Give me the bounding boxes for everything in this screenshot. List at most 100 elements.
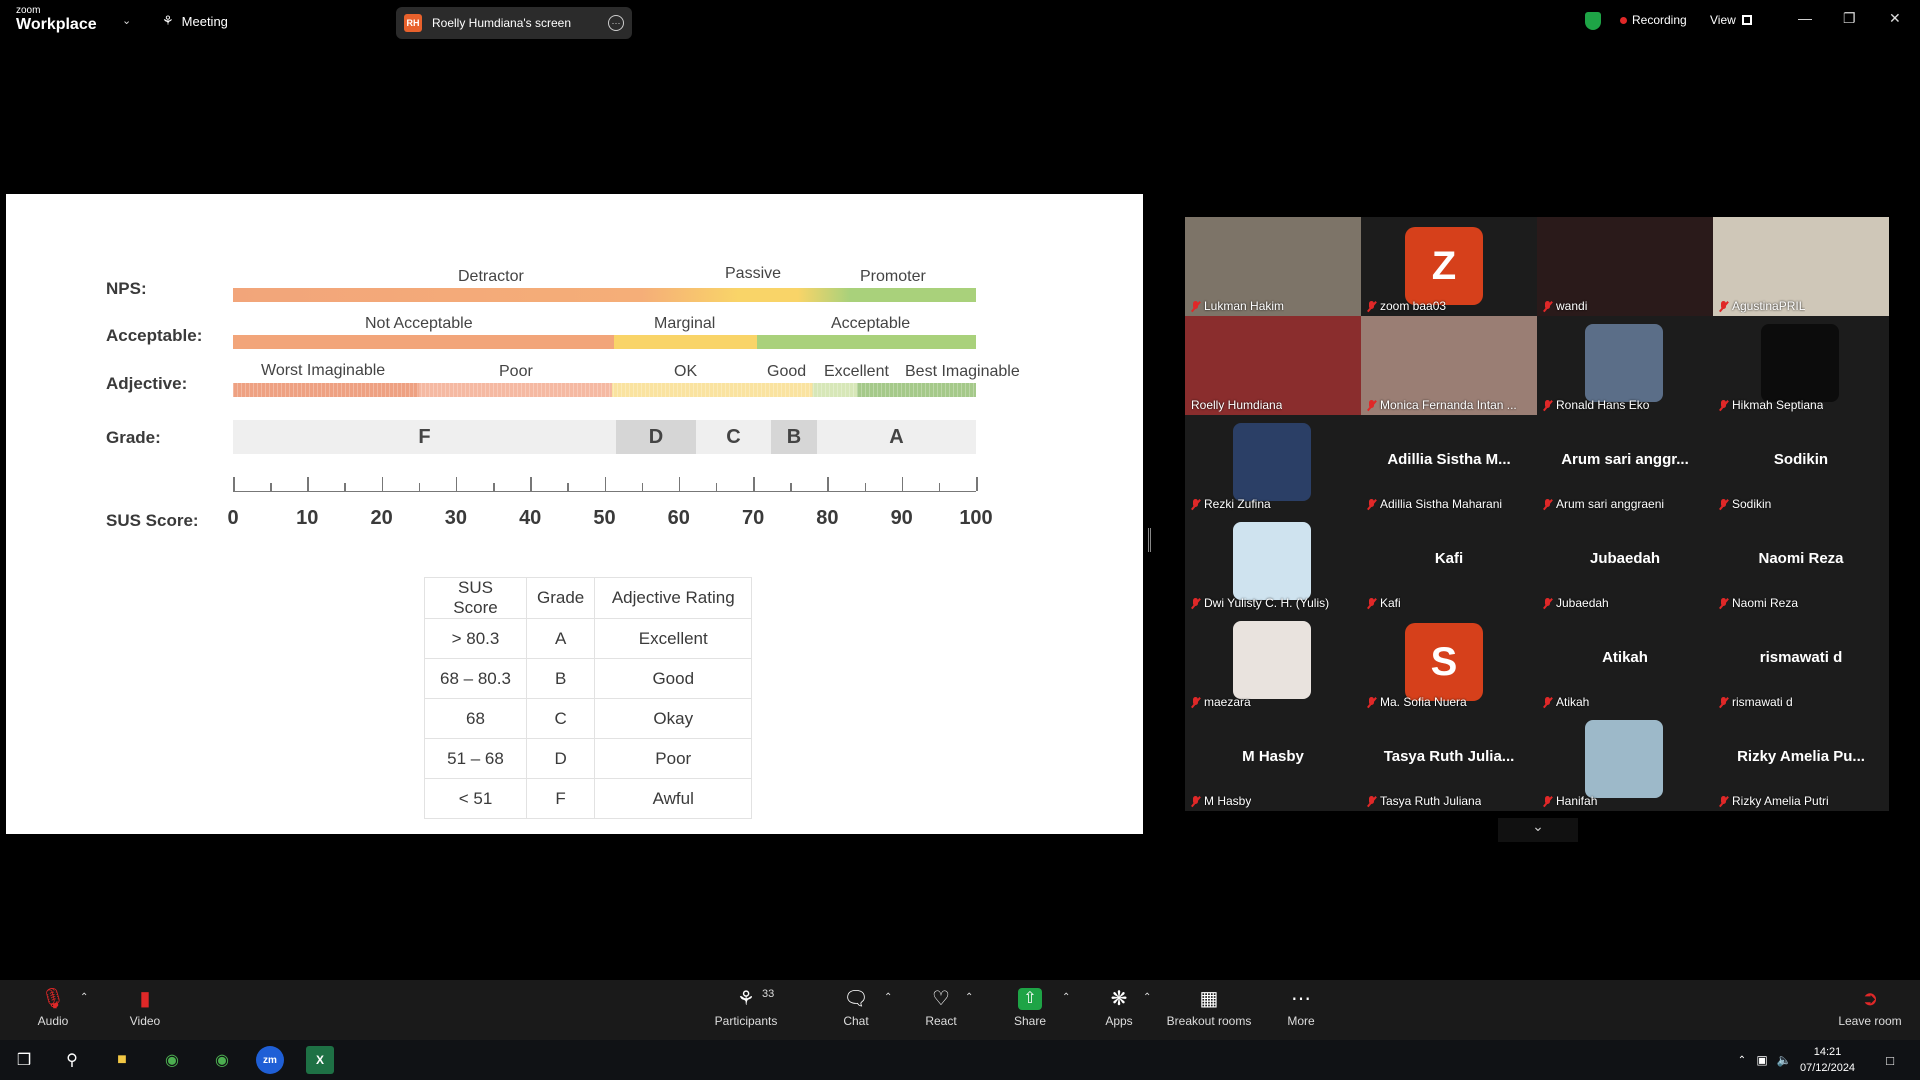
- participant-tile[interactable]: Tasya Ruth Julia... Tasya Ruth Juliana: [1361, 712, 1537, 811]
- table-header-row: SUS Score Grade Adjective Rating: [424, 577, 753, 619]
- apps-label: Apps: [1105, 1014, 1133, 1028]
- audio-button[interactable]: 🎙 Audio: [34, 988, 72, 1028]
- participant-tile[interactable]: Ronald Hans Eko: [1537, 316, 1713, 415]
- participant-video: [1585, 324, 1663, 402]
- participant-tile[interactable]: maezara: [1185, 613, 1361, 712]
- table-row: < 51 F Awful: [424, 778, 753, 819]
- table-cell: 68: [424, 698, 527, 739]
- participant-name: Adillia Sistha Maharani: [1380, 497, 1503, 511]
- chevron-down-icon[interactable]: ⌄: [122, 14, 131, 27]
- participant-tile[interactable]: wandi: [1537, 217, 1713, 316]
- table-cell: Excellent: [594, 618, 753, 659]
- table-cell: Good: [594, 658, 753, 699]
- restore-icon[interactable]: ❐: [1843, 10, 1856, 27]
- participant-tile[interactable]: rismawati d rismawati d: [1713, 613, 1889, 712]
- notifications-icon[interactable]: □: [1876, 1046, 1904, 1074]
- participant-display-name: Naomi Reza: [1758, 550, 1844, 567]
- audio-options-chevron-icon[interactable]: ⌃: [80, 992, 88, 1003]
- search-icon[interactable]: ⚲: [58, 1046, 86, 1074]
- adjective-good-label: Good: [767, 363, 807, 380]
- ruler-tick: [715, 483, 718, 491]
- minimize-icon[interactable]: —: [1798, 10, 1812, 26]
- participant-name-tag: Naomi Reza: [1719, 596, 1798, 610]
- microphone-muted-icon: 🎙: [40, 988, 66, 1010]
- participant-tile[interactable]: Sodikin Sodikin: [1713, 415, 1889, 514]
- table-cell: B: [525, 658, 596, 699]
- apps-options-chevron-icon[interactable]: ⌃: [1143, 992, 1151, 1003]
- participant-tile[interactable]: M Hasby M Hasby: [1185, 712, 1361, 811]
- participant-tile[interactable]: Arum sari anggr... Arum sari anggraeni: [1537, 415, 1713, 514]
- participant-tile[interactable]: Dwi Yulisty C. H. (Yulis): [1185, 514, 1361, 613]
- participant-tile[interactable]: Lukman Hakim: [1185, 217, 1361, 316]
- panel-resize-handle[interactable]: [1148, 528, 1151, 552]
- participant-tile[interactable]: Monica Fernanda Intan ...: [1361, 316, 1537, 415]
- participant-tile[interactable]: Rizky Amelia Pu... Rizky Amelia Putri: [1713, 712, 1889, 811]
- leave-room-button[interactable]: ➲ Leave room: [1838, 988, 1902, 1028]
- windows-start-icon[interactable]: ❒: [10, 1046, 38, 1074]
- adjective-worst-label: Worst Imaginable: [261, 362, 386, 379]
- ruler-tick: [790, 483, 792, 491]
- mic-muted-icon: [1719, 498, 1728, 510]
- participant-tile[interactable]: Hikmah Septiana: [1713, 316, 1889, 415]
- gallery-next-page-button[interactable]: ⌄: [1498, 818, 1578, 842]
- excel-icon[interactable]: X: [306, 1046, 334, 1074]
- ruler-tick: [753, 477, 755, 491]
- grade-b-cell: B: [771, 420, 817, 454]
- participant-name-tag: Sodikin: [1719, 497, 1771, 511]
- share-button[interactable]: ⇧ Share: [1014, 988, 1046, 1028]
- chrome-profile-icon[interactable]: ◉: [208, 1046, 236, 1074]
- participants-button[interactable]: ⚘ 33 Participants: [712, 988, 780, 1028]
- mic-muted-icon: [1543, 696, 1552, 708]
- meeting-info-button[interactable]: ⚘ Meeting: [162, 13, 228, 29]
- video-button[interactable]: ▮ Video: [126, 988, 164, 1028]
- shared-screen: NPS: Acceptable: Adjective: Grade: SUS S…: [6, 194, 1143, 834]
- video-off-icon: ▮: [139, 988, 151, 1010]
- taskbar-clock[interactable]: 14:21 07/12/2024: [1800, 1044, 1855, 1076]
- volume-icon[interactable]: 🔈: [1770, 1046, 1798, 1074]
- screen-share-indicator[interactable]: RH Roelly Humdiana's screen ⋯: [396, 7, 632, 39]
- participant-tile[interactable]: Zzoom baa03: [1361, 217, 1537, 316]
- participant-tile[interactable]: S Ma. Sofia Nuera: [1361, 613, 1537, 712]
- participant-tile[interactable]: Kafi Kafi: [1361, 514, 1537, 613]
- chat-options-chevron-icon[interactable]: ⌃: [884, 992, 892, 1003]
- recording-label: Recording: [1632, 13, 1687, 27]
- breakout-rooms-button[interactable]: ▦ Breakout rooms: [1166, 988, 1252, 1028]
- windows-taskbar: ❒ ⚲ ■ ◉ ◉ zm X ⌃ ▣ 🔈 14:21 07/12/2024 □: [0, 1040, 1920, 1080]
- table-row: 68 – 80.3 B Good: [424, 658, 753, 699]
- zoom-logo[interactable]: zoom Workplace: [16, 6, 97, 33]
- participant-tile[interactable]: Atikah Atikah: [1537, 613, 1713, 712]
- more-options-icon[interactable]: ⋯: [608, 15, 624, 31]
- participant-tile[interactable]: Jubaedah Jubaedah: [1537, 514, 1713, 613]
- participant-tile[interactable]: Naomi Reza Naomi Reza: [1713, 514, 1889, 613]
- chat-button[interactable]: 🗨 Chat: [840, 988, 872, 1028]
- participant-tile[interactable]: AgustinaPRIL: [1713, 217, 1889, 316]
- participant-tile[interactable]: Hanifah: [1537, 712, 1713, 811]
- table-cell: 51 – 68: [424, 738, 527, 779]
- share-options-chevron-icon[interactable]: ⌃: [1062, 992, 1070, 1003]
- sus-scale-number: 30: [444, 507, 468, 529]
- participant-name: Lukman Hakim: [1204, 299, 1285, 313]
- leave-icon: ➲: [1861, 988, 1879, 1010]
- react-options-chevron-icon[interactable]: ⌃: [965, 992, 973, 1003]
- more-button[interactable]: ⋯ More: [1286, 988, 1316, 1028]
- participant-name-tag: Hikmah Septiana: [1719, 398, 1823, 412]
- participant-name-tag: Ma. Sofia Nuera: [1367, 695, 1467, 709]
- participant-display-name: Rizky Amelia Pu...: [1737, 748, 1865, 765]
- security-shield-icon[interactable]: [1585, 12, 1601, 30]
- ruler-tick: [233, 477, 235, 491]
- participant-tile[interactable]: Adillia Sistha M... Adillia Sistha Mahara…: [1361, 415, 1537, 514]
- participant-tile[interactable]: Rezki Zufina: [1185, 415, 1361, 514]
- chrome-icon[interactable]: ◉: [158, 1046, 186, 1074]
- mic-muted-icon: [1543, 300, 1552, 312]
- view-button[interactable]: View: [1710, 13, 1752, 27]
- participant-tile[interactable]: Roelly Humdiana: [1185, 316, 1361, 415]
- sus-scale-number: 20: [370, 507, 393, 529]
- participant-display-name: Adillia Sistha M...: [1387, 451, 1511, 468]
- zoom-taskbar-icon[interactable]: zm: [256, 1046, 284, 1074]
- react-button[interactable]: ♡ React: [924, 988, 958, 1028]
- apps-button[interactable]: ❋ Apps: [1104, 988, 1134, 1028]
- recording-indicator[interactable]: Recording: [1620, 13, 1687, 27]
- close-icon[interactable]: ✕: [1889, 10, 1901, 27]
- grade-a-cell: A: [889, 425, 904, 448]
- file-explorer-icon[interactable]: ■: [108, 1046, 136, 1074]
